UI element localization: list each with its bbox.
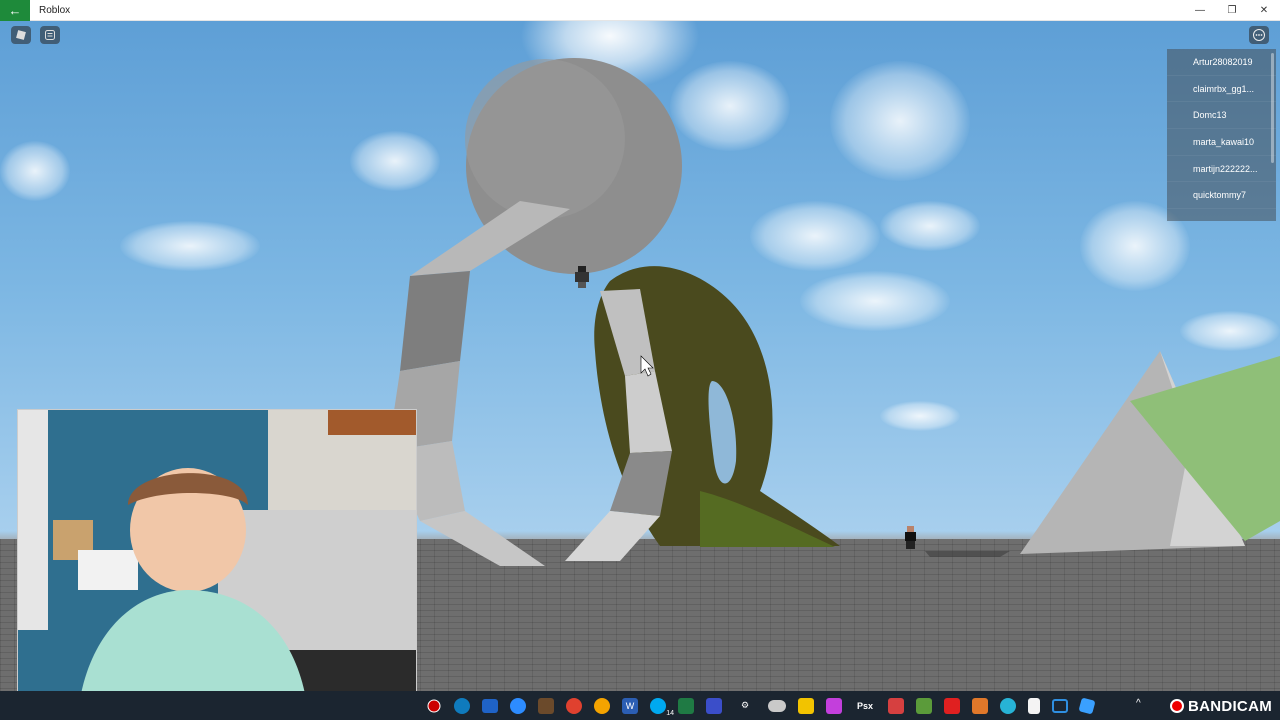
- zoom-icon[interactable]: [510, 697, 526, 714]
- webcam-overlay: [17, 409, 417, 711]
- record-icon[interactable]: [423, 695, 445, 717]
- word-icon[interactable]: W: [622, 697, 638, 714]
- ground-shadow: [925, 551, 1010, 557]
- bandicam-watermark: BANDICAM: [1169, 696, 1272, 716]
- windows-taskbar: W 14 ⚙ Psx: [0, 691, 1280, 720]
- photos-icon[interactable]: [826, 697, 842, 714]
- edge-icon[interactable]: [454, 697, 470, 714]
- skype-badge: 14: [666, 709, 674, 717]
- player-list-item[interactable]: quicktommy7: [1167, 182, 1276, 210]
- snip-icon[interactable]: [706, 697, 722, 714]
- app-icon-3[interactable]: [1000, 697, 1016, 714]
- roblox-menu-button[interactable]: [11, 26, 31, 44]
- mail-icon[interactable]: [482, 698, 498, 713]
- app-icon-2[interactable]: [972, 697, 988, 714]
- player-list-scrollbar[interactable]: [1271, 53, 1274, 163]
- back-button[interactable]: ←: [0, 0, 30, 21]
- notepad-icon[interactable]: [1028, 697, 1040, 714]
- avatar-on-ground: [905, 526, 916, 549]
- arrow-left-icon: ←: [8, 2, 22, 18]
- app-icon[interactable]: [888, 697, 904, 714]
- more-options-button[interactable]: [1249, 26, 1269, 44]
- skype-icon[interactable]: 14: [650, 697, 674, 717]
- player-list-item[interactable]: Domc13: [1167, 102, 1276, 130]
- minimize-button[interactable]: —: [1184, 0, 1216, 21]
- chrome-icon[interactable]: [566, 697, 582, 714]
- psx-icon[interactable]: Psx: [854, 695, 876, 717]
- minecraft-edu-icon[interactable]: [916, 697, 932, 714]
- gray-sphere-highlight: [465, 59, 625, 219]
- chat-icon: [45, 30, 55, 40]
- more-icon: [1253, 29, 1265, 41]
- tray-chevron-icon[interactable]: ^: [1136, 698, 1141, 709]
- window-controls: — ❐ ✕: [1184, 0, 1280, 21]
- restore-button[interactable]: ❐: [1216, 0, 1248, 21]
- minecraft-icon[interactable]: [538, 697, 554, 714]
- player-list-item[interactable]: marta_kawai10: [1167, 129, 1276, 156]
- bandicam-label: BANDICAM: [1187, 697, 1272, 715]
- bandicam-logo-icon: [1169, 699, 1184, 713]
- roblox-logo-icon: [16, 30, 26, 40]
- player-list-item[interactable]: martijn222222...: [1167, 156, 1276, 183]
- app-title: Roblox: [39, 4, 71, 16]
- taskbar-webcam-area: [0, 691, 420, 720]
- webcam-feed-image: [18, 410, 416, 710]
- chrome-canary-icon[interactable]: [594, 697, 610, 714]
- excel-icon[interactable]: [678, 697, 694, 714]
- player-list-item[interactable]: claimrbx_gg1...: [1167, 76, 1276, 103]
- close-button[interactable]: ✕: [1248, 0, 1280, 21]
- minimize-icon: —: [1195, 5, 1205, 16]
- player-list[interactable]: Artur28082019 claimrbx_gg1... Domc13 mar…: [1167, 49, 1276, 221]
- window-icon[interactable]: [1052, 698, 1068, 713]
- settings-icon[interactable]: ⚙: [734, 695, 756, 717]
- roblox-icon[interactable]: [944, 697, 960, 714]
- ring-segment: [420, 511, 545, 566]
- window-titlebar: ← Roblox — ❐ ✕: [0, 0, 1280, 21]
- store-icon[interactable]: [798, 697, 814, 714]
- ring-segment: [400, 271, 470, 371]
- restore-icon: ❐: [1227, 5, 1237, 16]
- close-icon: ✕: [1259, 5, 1269, 16]
- roblox-studio-icon[interactable]: [1078, 696, 1096, 715]
- onedrive-icon[interactable]: [768, 699, 786, 712]
- player-list-item[interactable]: Artur28082019: [1167, 49, 1276, 76]
- chat-toggle-button[interactable]: [40, 26, 60, 44]
- ring-segment: [565, 511, 660, 561]
